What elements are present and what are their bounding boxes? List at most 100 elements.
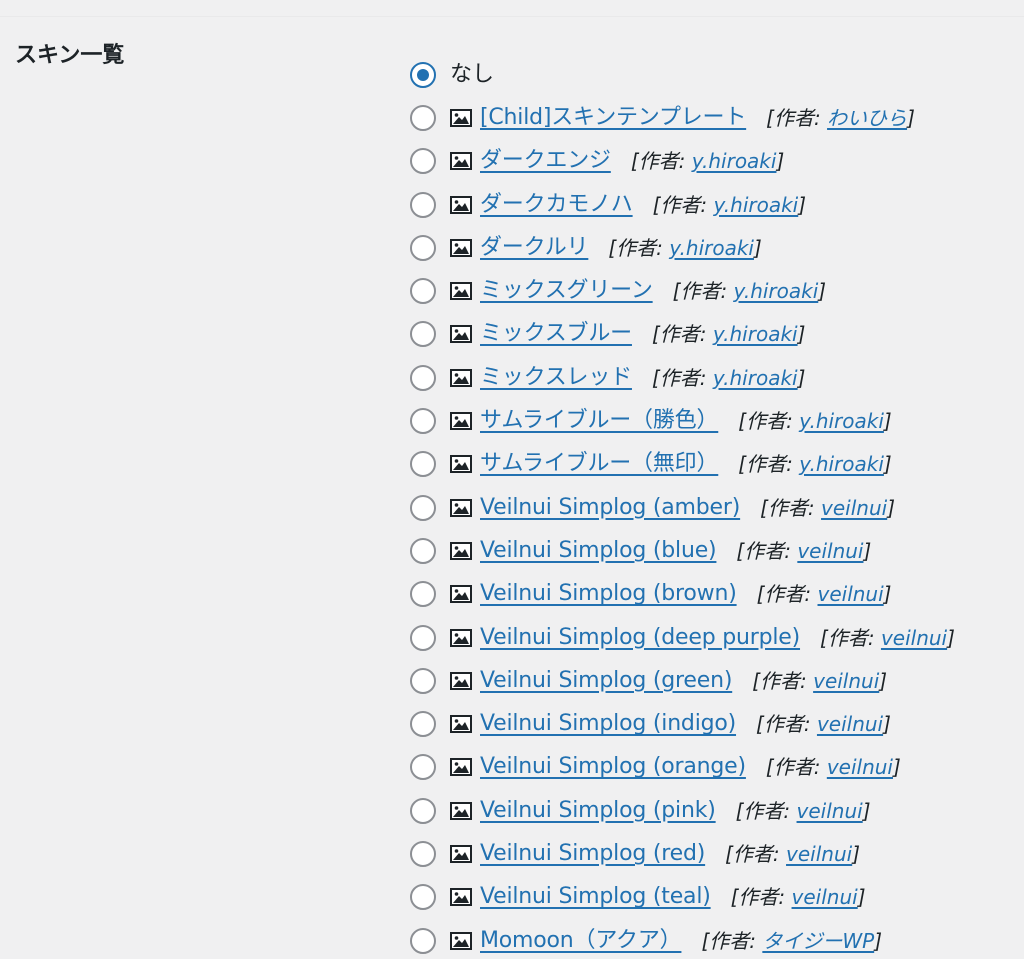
image-preview-icon[interactable]	[450, 585, 472, 604]
skin-option-row[interactable]: ミックスレッド [作者: y.hiroaki]	[410, 356, 1010, 399]
image-preview-icon[interactable]	[450, 671, 472, 690]
skin-name-link[interactable]: Veilnui Simplog (amber)	[480, 493, 740, 523]
skin-name-link[interactable]: Veilnui Simplog (orange)	[480, 752, 746, 782]
skin-name-link[interactable]: Veilnui Simplog (teal)	[480, 882, 711, 912]
skin-option-row[interactable]: サムライブルー（無印） [作者: y.hiroaki]	[410, 443, 1010, 486]
image-preview-icon[interactable]	[450, 238, 472, 257]
skin-name-link[interactable]: Veilnui Simplog (brown)	[480, 579, 737, 609]
skin-radio[interactable]	[410, 408, 436, 435]
skin-name-link[interactable]: サムライブルー（無印）	[480, 449, 718, 479]
image-preview-icon[interactable]	[450, 801, 472, 820]
skin-radio[interactable]	[410, 148, 436, 175]
author-link[interactable]: y.hiroaki	[713, 322, 798, 346]
skin-radio[interactable]	[410, 581, 436, 608]
author-link[interactable]: veilnui	[817, 712, 883, 736]
skin-name-link[interactable]: Veilnui Simplog (deep purple)	[480, 623, 800, 653]
skin-name-link[interactable]: Momoon（アクア）	[480, 926, 682, 956]
author-link[interactable]: y.hiroaki	[734, 279, 819, 303]
image-preview-icon[interactable]	[450, 282, 472, 301]
skin-radio[interactable]	[410, 494, 436, 521]
author-link[interactable]: veilnui	[821, 496, 887, 520]
skin-radio[interactable]	[410, 927, 436, 954]
skin-option-row[interactable]: Veilnui Simplog (pink) [作者: veilnui]	[410, 789, 1010, 832]
skin-option-row[interactable]: Veilnui Simplog (amber) [作者: veilnui]	[410, 486, 1010, 529]
skin-name-link[interactable]: ミックスグリーン	[480, 276, 653, 306]
author-link[interactable]: veilnui	[797, 799, 863, 823]
skin-option-row[interactable]: Veilnui Simplog (deep purple) [作者: veilnu…	[410, 616, 1010, 659]
skin-name-link[interactable]: ミックスブルー	[480, 319, 632, 349]
image-preview-icon[interactable]	[450, 758, 472, 777]
skin-radio[interactable]	[410, 321, 436, 348]
skin-option-row[interactable]: Momoon（アクア） [作者: タイジーWP]	[410, 919, 1010, 959]
image-preview-icon[interactable]	[450, 844, 472, 863]
image-preview-icon[interactable]	[450, 455, 472, 474]
author-link[interactable]: veilnui	[818, 582, 884, 606]
skin-name-link[interactable]: ダークエンジ	[480, 146, 611, 176]
author-link[interactable]: veilnui	[797, 539, 863, 563]
author-link[interactable]: veilnui	[792, 885, 858, 909]
skin-radio[interactable]	[410, 537, 436, 564]
image-preview-icon[interactable]	[450, 628, 472, 647]
skin-radio[interactable]	[410, 278, 436, 305]
skin-option-row[interactable]: ダークエンジ [作者: y.hiroaki]	[410, 140, 1010, 183]
author-link[interactable]: y.hiroaki	[799, 452, 884, 476]
author-link[interactable]: y.hiroaki	[799, 409, 884, 433]
skin-radio[interactable]	[410, 624, 436, 651]
author-link[interactable]: y.hiroaki	[714, 193, 799, 217]
author-link[interactable]: veilnui	[786, 842, 852, 866]
skin-option-row[interactable]: Veilnui Simplog (indigo) [作者: veilnui]	[410, 702, 1010, 745]
author-link[interactable]: veilnui	[827, 755, 893, 779]
skin-name-link[interactable]: ダークルリ	[480, 233, 589, 263]
skin-radio[interactable]	[410, 234, 436, 261]
skin-radio[interactable]	[410, 451, 436, 478]
image-preview-icon[interactable]	[450, 325, 472, 344]
skin-name-link[interactable]: Veilnui Simplog (indigo)	[480, 709, 736, 739]
skin-radio[interactable]	[410, 797, 436, 824]
author-link[interactable]: y.hiroaki	[669, 236, 754, 260]
skin-radio[interactable]	[410, 191, 436, 218]
skin-name-link[interactable]: [Child]スキンテンプレート	[480, 103, 746, 133]
image-preview-icon[interactable]	[450, 541, 472, 560]
skin-option-row[interactable]: Veilnui Simplog (brown) [作者: veilnui]	[410, 573, 1010, 616]
skin-name-link[interactable]: Veilnui Simplog (green)	[480, 666, 732, 696]
skin-name-link[interactable]: サムライブルー（勝色）	[480, 406, 718, 436]
image-preview-icon[interactable]	[450, 888, 472, 907]
author-link[interactable]: veilnui	[881, 626, 947, 650]
skin-option-row[interactable]: ミックスグリーン [作者: y.hiroaki]	[410, 269, 1010, 312]
skin-name-link[interactable]: ダークカモノハ	[480, 190, 633, 220]
skin-radio[interactable]	[410, 667, 436, 694]
image-preview-icon[interactable]	[450, 498, 472, 517]
skin-radio[interactable]	[410, 884, 436, 911]
skin-option-row[interactable]: ダークカモノハ [作者: y.hiroaki]	[410, 183, 1010, 226]
skin-option-row[interactable]: Veilnui Simplog (teal) [作者: veilnui]	[410, 876, 1010, 919]
skin-option-row[interactable]: なし	[410, 53, 1010, 96]
image-preview-icon[interactable]	[450, 931, 472, 950]
skin-option-row[interactable]: Veilnui Simplog (green) [作者: veilnui]	[410, 659, 1010, 702]
skin-option-row[interactable]: Veilnui Simplog (orange) [作者: veilnui]	[410, 746, 1010, 789]
author-link[interactable]: y.hiroaki	[713, 366, 798, 390]
skin-option-row[interactable]: サムライブルー（勝色） [作者: y.hiroaki]	[410, 399, 1010, 442]
author-link[interactable]: タイジーWP	[762, 929, 874, 953]
skin-radio[interactable]	[410, 840, 436, 867]
skin-radio-selected[interactable]	[410, 61, 436, 88]
skin-name-link[interactable]: ミックスレッド	[480, 363, 632, 393]
skin-option-row[interactable]: ミックスブルー [作者: y.hiroaki]	[410, 313, 1010, 356]
author-link[interactable]: veilnui	[813, 669, 879, 693]
skin-radio[interactable]	[410, 754, 436, 781]
image-preview-icon[interactable]	[450, 368, 472, 387]
skin-option-row[interactable]: ダークルリ [作者: y.hiroaki]	[410, 226, 1010, 269]
skin-option-row[interactable]: Veilnui Simplog (blue) [作者: veilnui]	[410, 529, 1010, 572]
skin-name-link[interactable]: Veilnui Simplog (pink)	[480, 796, 716, 826]
skin-name-link[interactable]: Veilnui Simplog (blue)	[480, 536, 717, 566]
image-preview-icon[interactable]	[450, 152, 472, 171]
skin-name-link[interactable]: Veilnui Simplog (red)	[480, 839, 705, 869]
author-link[interactable]: わいひら	[827, 106, 907, 130]
author-link[interactable]: y.hiroaki	[692, 149, 777, 173]
skin-option-row[interactable]: [Child]スキンテンプレート [作者: わいひら]	[410, 96, 1010, 139]
skin-radio[interactable]	[410, 364, 436, 391]
image-preview-icon[interactable]	[450, 715, 472, 734]
skin-radio[interactable]	[410, 711, 436, 738]
image-preview-icon[interactable]	[450, 412, 472, 431]
skin-option-row[interactable]: Veilnui Simplog (red) [作者: veilnui]	[410, 832, 1010, 875]
skin-name-label[interactable]: なし	[450, 60, 494, 90]
